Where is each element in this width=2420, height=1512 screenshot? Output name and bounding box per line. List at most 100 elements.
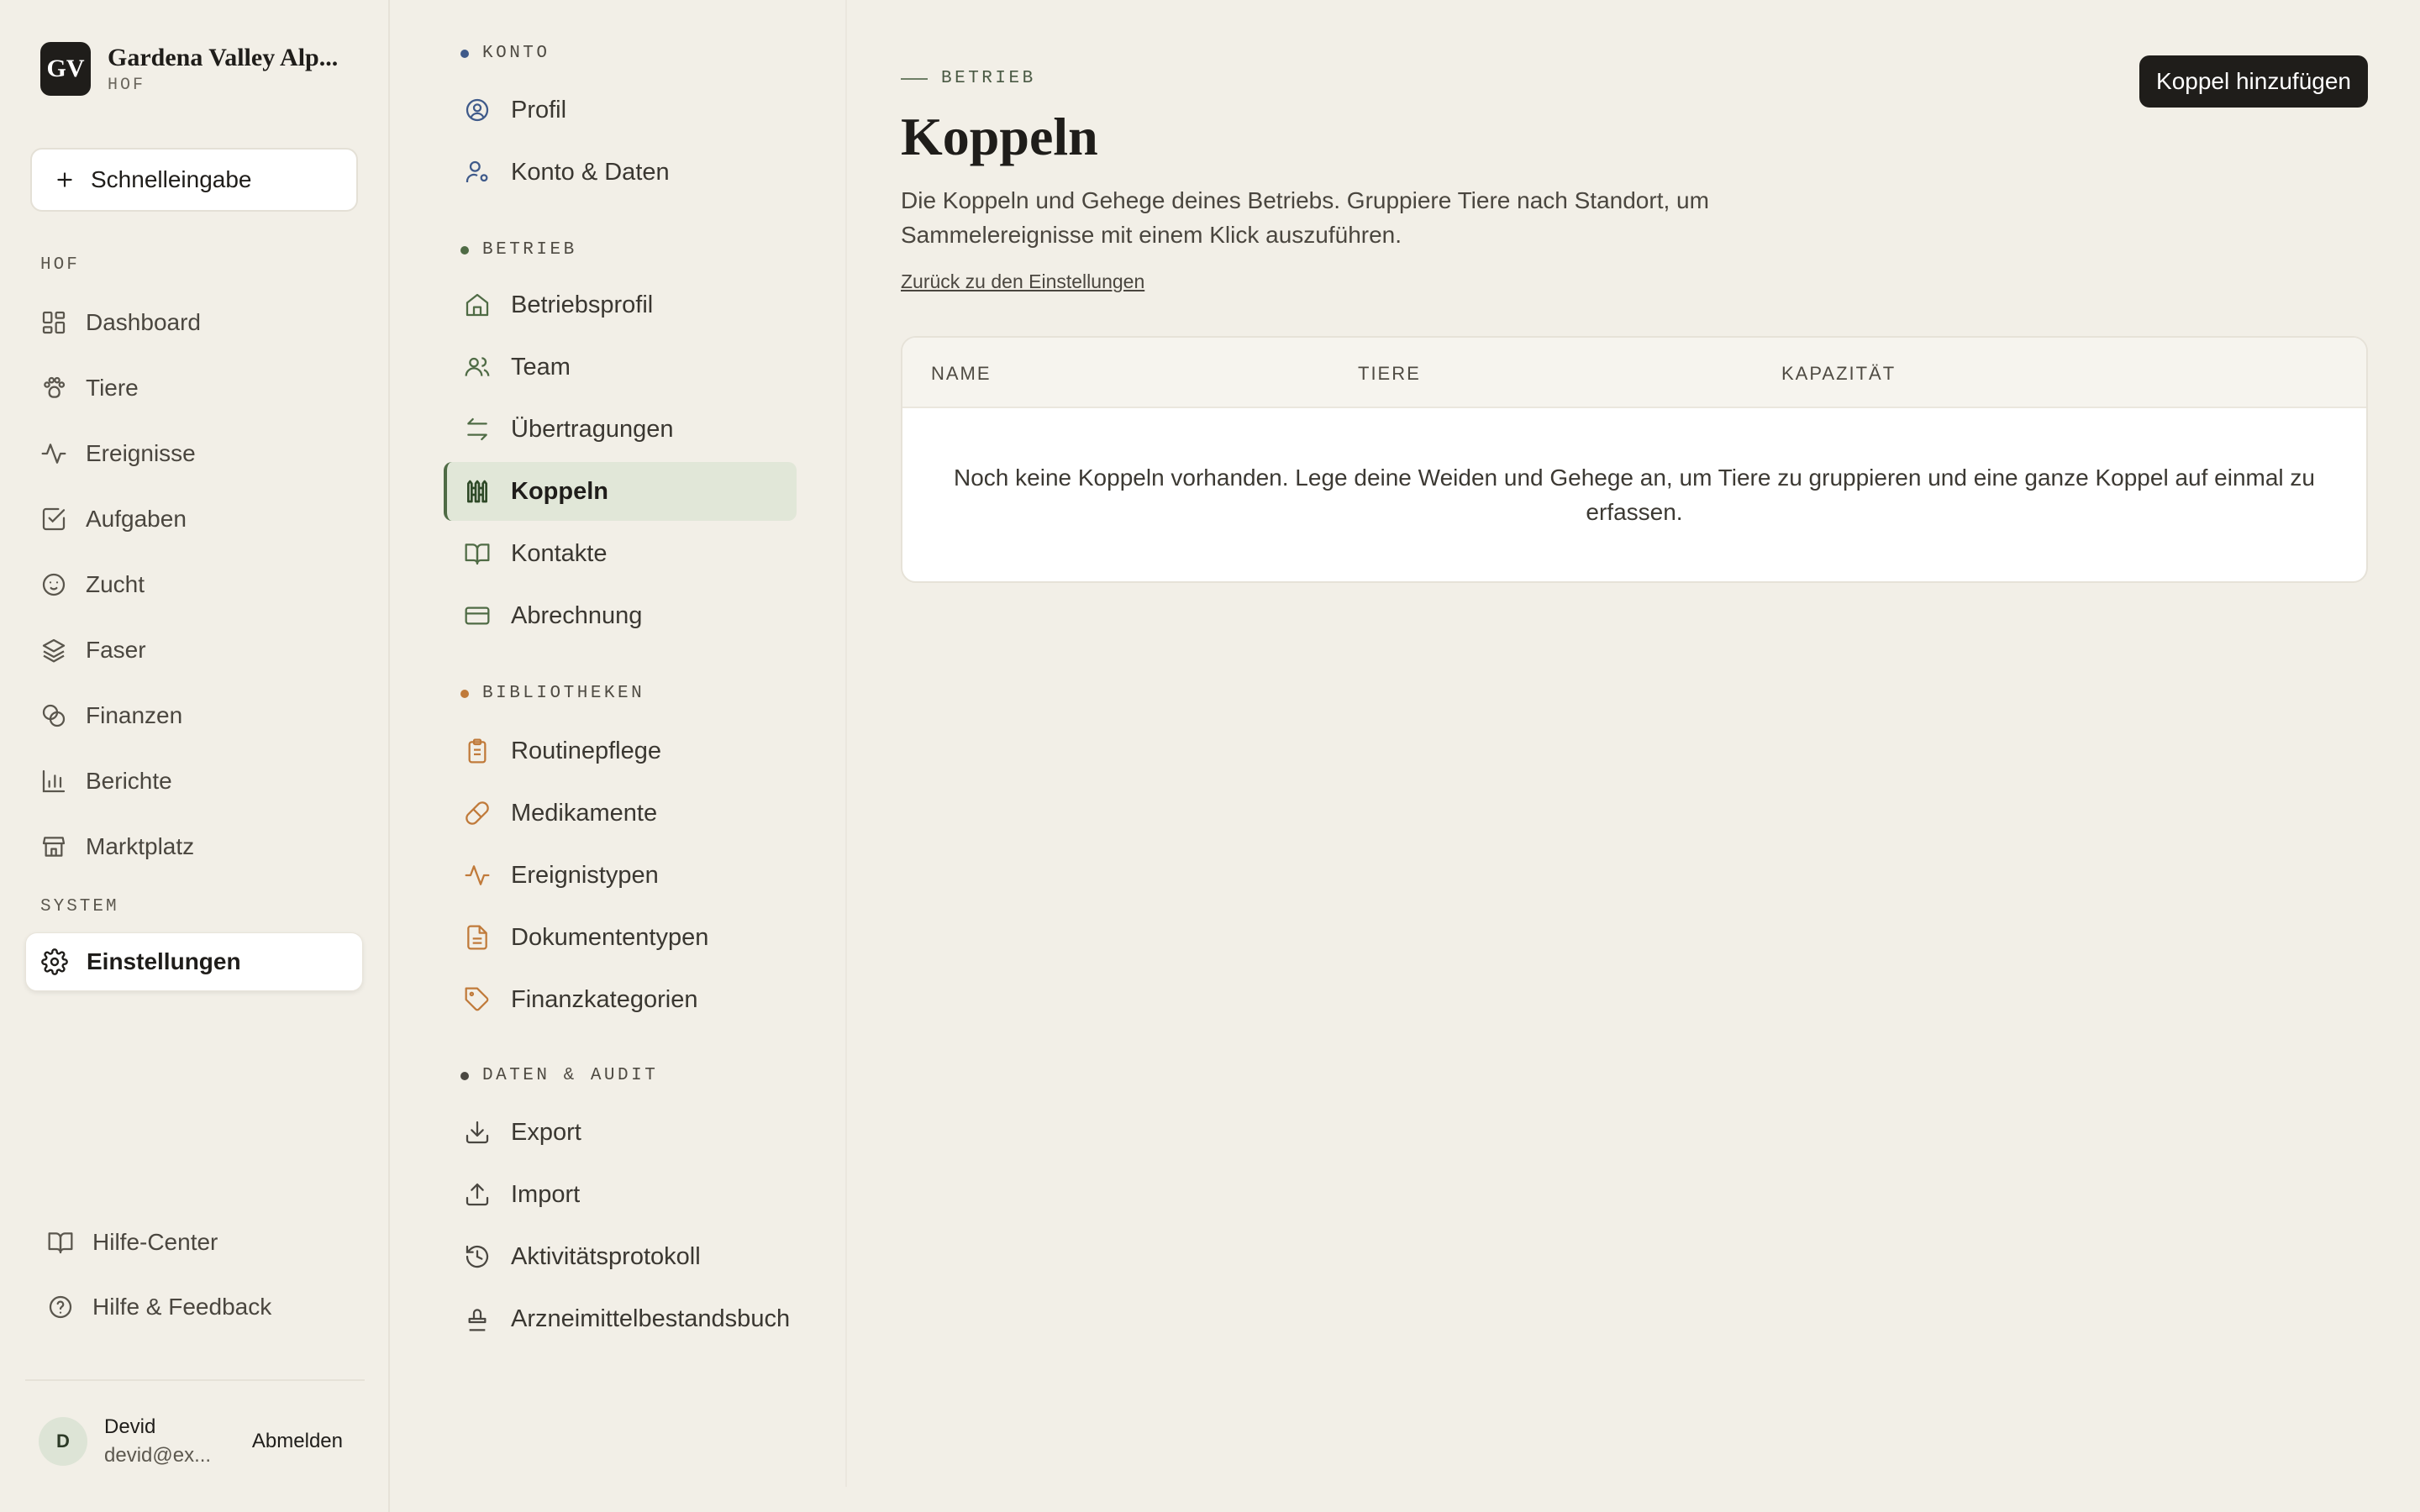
layers-icon xyxy=(40,637,67,664)
settings-item-arzneimittelbestandsbuch[interactable]: Arzneimittelbestandsbuch xyxy=(444,1289,797,1348)
home-icon xyxy=(464,291,491,318)
settings-item-dokumententypen[interactable]: Dokumententypen xyxy=(444,908,797,967)
arrows-icon xyxy=(464,416,491,443)
eyebrow-rule xyxy=(901,77,928,80)
settings-section-betrieb: BETRIEB xyxy=(460,240,577,260)
farm-name: Gardena Valley Alp... xyxy=(108,43,339,71)
settings-item-routinepflege[interactable]: Routinepflege xyxy=(444,722,797,780)
book-icon xyxy=(47,1229,74,1256)
settings-item-label: Dokumententypen xyxy=(511,923,709,951)
settings-section-title: KONTO xyxy=(482,44,550,63)
add-paddock-button[interactable]: Koppel hinzufügen xyxy=(2139,55,2368,108)
user-circle-icon xyxy=(464,97,491,123)
avatar[interactable]: D xyxy=(39,1417,87,1466)
settings-item-profil[interactable]: Profil xyxy=(444,81,797,139)
sidebar-item-label: Finanzen xyxy=(86,702,183,728)
activity-icon xyxy=(40,440,67,467)
paw-icon xyxy=(40,375,67,402)
brand[interactable]: GV Gardena Valley Alp... HOF xyxy=(40,42,338,96)
sidebar-item-label: Einstellungen xyxy=(87,948,241,974)
settings-item-aktivitaetsprotokoll[interactable]: Aktivitätsprotokoll xyxy=(444,1227,797,1286)
credit-card-icon xyxy=(464,602,491,629)
settings-section-daten-audit: DATEN & AUDIT xyxy=(460,1066,658,1085)
help-center-label: Hilfe-Center xyxy=(92,1229,218,1255)
help-feedback-link[interactable]: Hilfe & Feedback xyxy=(32,1281,360,1333)
history-icon xyxy=(464,1243,491,1270)
section-dot xyxy=(460,689,469,698)
sidebar-item-label: Faser xyxy=(86,637,146,663)
settings-item-label: Export xyxy=(511,1118,581,1146)
settings-item-finanzkategorien[interactable]: Finanzkategorien xyxy=(444,970,797,1029)
help-center-link[interactable]: Hilfe-Center xyxy=(32,1216,360,1268)
settings-item-ereignistypen[interactable]: Ereignistypen xyxy=(444,846,797,905)
settings-item-medikamente[interactable]: Medikamente xyxy=(444,784,797,843)
book-open-icon xyxy=(464,540,491,567)
sidebar-item-faser[interactable]: Faser xyxy=(25,621,363,680)
plus-icon xyxy=(54,169,76,191)
settings-item-koppeln[interactable]: Koppeln xyxy=(444,462,797,521)
settings-item-label: Betriebsprofil xyxy=(511,291,654,318)
settings-item-label: Import xyxy=(511,1180,581,1208)
back-to-settings-link[interactable]: Zurück zu den Einstellungen xyxy=(901,270,1144,293)
coins-icon xyxy=(40,702,67,729)
settings-nav: KONTO Profil Konto & Daten BETRIEB Betri… xyxy=(390,0,847,1487)
help-feedback-label: Hilfe & Feedback xyxy=(92,1294,272,1320)
download-icon xyxy=(464,1119,491,1146)
settings-item-label: Medikamente xyxy=(511,799,658,827)
user-name: Devid xyxy=(104,1415,156,1438)
settings-item-kontakte[interactable]: Kontakte xyxy=(444,524,797,583)
upload-icon xyxy=(464,1181,491,1208)
sidebar-item-label: Aufgaben xyxy=(86,506,187,532)
column-header-name[interactable]: NAME xyxy=(931,363,992,385)
settings-item-konto-daten[interactable]: Konto & Daten xyxy=(444,143,797,202)
settings-item-label: Routinepflege xyxy=(511,737,661,764)
file-text-icon xyxy=(464,924,491,951)
section-dot xyxy=(460,49,469,58)
sidebar-item-label: Tiere xyxy=(86,375,139,401)
settings-item-import[interactable]: Import xyxy=(444,1165,797,1224)
section-dot xyxy=(460,245,469,255)
user-panel: D Devid devid@ex... Abmelden xyxy=(39,1415,366,1467)
column-header-tiere[interactable]: TIERE xyxy=(1358,363,1421,385)
bar-chart-icon xyxy=(40,768,67,795)
sidebar-item-marktplatz[interactable]: Marktplatz xyxy=(25,817,363,876)
settings-section-konto: KONTO xyxy=(460,44,550,63)
pill-icon xyxy=(464,800,491,827)
gear-icon xyxy=(41,948,68,975)
sidebar-item-zucht[interactable]: Zucht xyxy=(25,555,363,614)
settings-item-label: Koppeln xyxy=(511,477,608,505)
page-description: Die Koppeln und Gehege deines Betriebs. … xyxy=(901,187,1709,248)
settings-item-team[interactable]: Team xyxy=(444,338,797,396)
fence-icon xyxy=(464,478,491,505)
settings-item-uebertragungen[interactable]: Übertragungen xyxy=(444,400,797,459)
empty-state-message: Noch keine Koppeln vorhanden. Lege deine… xyxy=(954,465,2315,525)
sidebar-item-finanzen[interactable]: Finanzen xyxy=(25,686,363,745)
divider xyxy=(25,1379,365,1381)
settings-item-label: Arzneimittelbestandsbuch xyxy=(511,1305,791,1332)
settings-item-label: Ereignistypen xyxy=(511,861,659,889)
settings-item-label: Profil xyxy=(511,96,567,123)
settings-section-bibliotheken: BIBLIOTHEKEN xyxy=(460,684,644,703)
settings-section-title: BIBLIOTHEKEN xyxy=(482,684,645,703)
settings-item-abrechnung[interactable]: Abrechnung xyxy=(444,586,797,645)
settings-item-betriebsprofil[interactable]: Betriebsprofil xyxy=(444,276,797,334)
sidebar-item-aufgaben[interactable]: Aufgaben xyxy=(25,490,363,549)
paddock-table: NAME TIERE KAPAZITÄT Noch keine Koppeln … xyxy=(901,336,2368,583)
column-header-kapazitaet[interactable]: KAPAZITÄT xyxy=(1781,363,1896,385)
checkbox-icon xyxy=(40,506,67,533)
sidebar-item-einstellungen[interactable]: Einstellungen xyxy=(25,932,363,991)
sidebar-item-tiere[interactable]: Tiere xyxy=(25,359,363,417)
sidebar-item-ereignisse[interactable]: Ereignisse xyxy=(25,424,363,483)
settings-item-export[interactable]: Export xyxy=(444,1103,797,1162)
settings-item-label: Team xyxy=(511,353,571,381)
quick-entry-label: Schnelleingabe xyxy=(91,166,252,192)
page-title: Koppeln xyxy=(901,107,1098,166)
settings-item-label: Konto & Daten xyxy=(511,158,670,186)
quick-entry-button[interactable]: Schnelleingabe xyxy=(30,148,358,212)
sidebar-item-label: Berichte xyxy=(86,768,172,794)
logout-button[interactable]: Abmelden xyxy=(252,1430,343,1453)
sidebar-item-label: Dashboard xyxy=(86,309,201,335)
sidebar-item-berichte[interactable]: Berichte xyxy=(25,752,363,811)
sidebar-item-dashboard[interactable]: Dashboard xyxy=(25,293,363,352)
settings-section-title: DATEN & AUDIT xyxy=(482,1066,659,1085)
